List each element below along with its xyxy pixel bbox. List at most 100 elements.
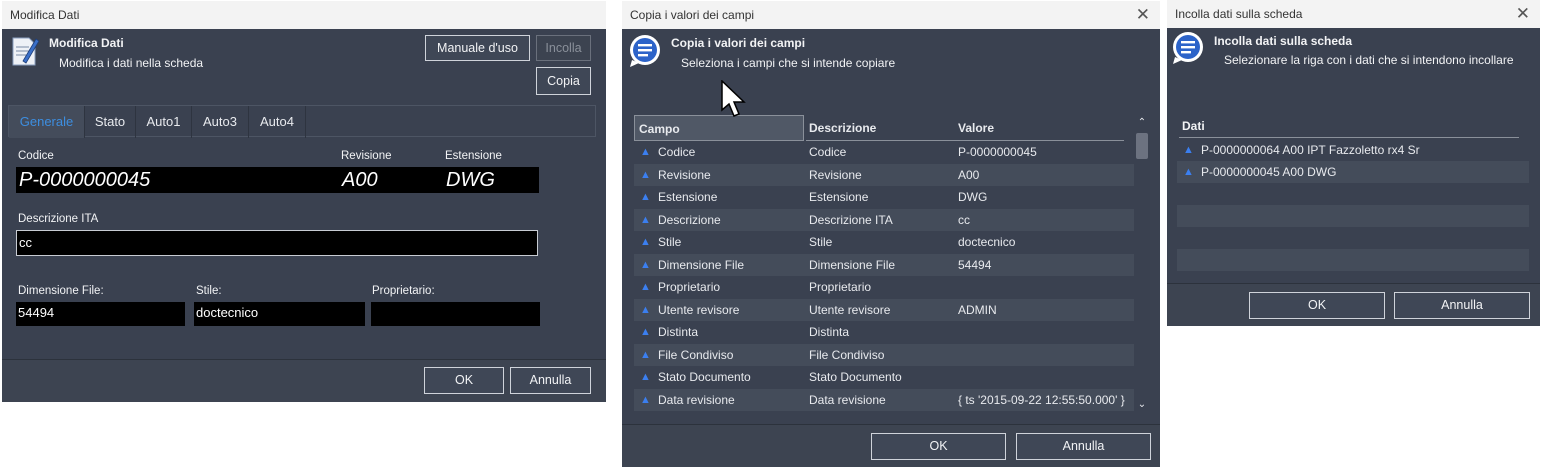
cancel-button[interactable]: Annulla [1016, 433, 1151, 460]
tab-auto1[interactable]: Auto1 [136, 106, 192, 138]
header-title: Copia i valori dei campi [671, 36, 806, 50]
table-row[interactable]: ▲ Distinta Distinta [634, 321, 1134, 343]
paste-list: ▲ P-0000000064 A00 IPT Fazzoletto rx4 Sr… [1177, 139, 1529, 275]
table-row[interactable]: ▲ File Condiviso File Condiviso [634, 343, 1134, 366]
table-row[interactable]: ▲ Revisione Revisione A00 [634, 163, 1134, 186]
window-title: Incolla dati sulla scheda [1175, 7, 1303, 21]
cancel-button[interactable]: Annulla [1394, 292, 1530, 319]
ok-button[interactable]: OK [871, 433, 1006, 460]
edit-document-icon [11, 35, 40, 70]
table-row[interactable]: ▲ Descrizione Descrizione ITA cc [634, 208, 1134, 231]
cell-campo: Distinta [658, 325, 699, 339]
row-marker-icon: ▲ [640, 258, 651, 271]
copia-titlebar: Copia i valori dei campi ✕ [622, 1, 1160, 29]
table-row[interactable]: ▲ Stile Stile doctecnico [634, 231, 1134, 253]
cell-campo: Stile [658, 235, 682, 249]
cell-descrizione: Estensione [809, 190, 869, 204]
dimensione-label: Dimensione File: [18, 285, 104, 297]
close-icon[interactable]: ✕ [1136, 1, 1150, 29]
scroll-down-icon[interactable]: ⌄ [1134, 397, 1150, 413]
copia-window: Copia i valori dei campi ✕ Copia i valor… [622, 1, 1160, 467]
scroll-thumb[interactable] [1136, 133, 1148, 159]
row-marker-icon: ▲ [1183, 144, 1194, 156]
tab-stato[interactable]: Stato [85, 106, 136, 138]
row-marker-icon: ▲ [640, 213, 651, 226]
table-row[interactable]: ▲ Data revisione Data revisione { ts '2015-… [634, 388, 1134, 411]
descrizione-field[interactable]: cc [16, 230, 538, 256]
row-marker-icon: ▲ [640, 303, 651, 316]
cell-descrizione: Distinta [809, 325, 850, 339]
cell-valore: 54494 [958, 257, 992, 272]
cell-descrizione: Codice [809, 145, 847, 159]
proprietario-label: Proprietario: [372, 285, 435, 297]
table-row[interactable]: ▲ Stato Documento Stato Documento [634, 366, 1134, 388]
cell-campo: File Condiviso [658, 347, 734, 362]
column-header-dati[interactable]: Dati [1182, 119, 1205, 133]
cell-valore: A00 [958, 167, 980, 182]
list-item[interactable]: ▲ P-0000000045 A00 DWG [1177, 161, 1529, 183]
codice-field[interactable]: P-0000000045 [16, 167, 339, 193]
close-icon[interactable]: ✕ [1516, 0, 1530, 28]
estensione-label: Estensione [445, 150, 502, 162]
window-title: Modifica Dati [10, 8, 80, 22]
grid-header: Campo Descrizione Valore [634, 115, 1134, 141]
row-marker-icon: ▲ [640, 348, 651, 361]
tab-auto4[interactable]: Auto4 [249, 106, 306, 138]
column-header-descrizione[interactable]: Descrizione [809, 115, 949, 141]
header-subtitle: Modifica i dati nella scheda [59, 56, 204, 70]
copy-button[interactable]: Copia [536, 67, 591, 95]
cell-campo: Stato Documento [658, 370, 751, 384]
ok-button[interactable]: OK [424, 367, 504, 394]
modifica-dati-window: Modifica Dati Modifica Dati Modifica i d… [2, 1, 606, 402]
row-marker-icon: ▲ [640, 168, 651, 181]
cancel-button[interactable]: Annulla [510, 367, 591, 394]
cell-valore: cc [958, 212, 970, 227]
table-row[interactable]: ▲ Proprietario Proprietario [634, 276, 1134, 298]
manual-button[interactable]: Manuale d'uso [425, 35, 530, 61]
tab-generale[interactable]: Generale [9, 106, 85, 138]
cell-campo: Revisione [658, 167, 711, 182]
header-title: Incolla dati sulla scheda [1214, 34, 1353, 48]
cell-campo: Estensione [658, 190, 718, 204]
empty-row [1177, 227, 1529, 249]
scroll-up-icon[interactable]: ⌃ [1134, 115, 1150, 131]
table-row[interactable]: ▲ Dimensione File Dimensione File 54494 [634, 253, 1134, 276]
paste-button[interactable]: Incolla [536, 35, 591, 61]
window-title: Copia i valori dei campi [630, 8, 755, 22]
proprietario-field[interactable] [371, 302, 540, 326]
empty-row [1177, 183, 1529, 205]
modifica-titlebar: Modifica Dati [2, 1, 606, 29]
table-row[interactable]: ▲ Utente revisore Utente revisore ADMIN [634, 298, 1134, 321]
modifica-footer: OK Annulla [2, 359, 606, 402]
dimensione-field[interactable]: 54494 [16, 302, 185, 326]
cell-campo: Codice [658, 145, 696, 159]
header-title: Modifica Dati [49, 36, 124, 50]
list-item[interactable]: ▲ P-0000000064 A00 IPT Fazzoletto rx4 Sr [1177, 139, 1529, 161]
table-row[interactable]: ▲ Estensione Estensione DWG [634, 186, 1134, 208]
cell-campo: Utente revisore [658, 302, 740, 317]
chat-list-icon [1171, 31, 1205, 68]
row-marker-icon: ▲ [1183, 166, 1194, 178]
chat-list-icon [628, 34, 662, 71]
tab-auto3[interactable]: Auto3 [192, 106, 249, 138]
empty-row [1177, 205, 1529, 227]
stile-field[interactable]: doctecnico [194, 302, 365, 326]
table-row[interactable]: ▲ Codice Codice P-0000000045 [634, 141, 1134, 163]
cell-valore: ADMIN [958, 302, 997, 317]
cell-campo: Dimensione File [658, 257, 745, 272]
row-text: P-0000000064 A00 IPT Fazzoletto rx4 Sr [1201, 143, 1420, 157]
estensione-field[interactable]: DWG [443, 167, 539, 193]
revisione-field[interactable]: A00 [339, 167, 443, 193]
cell-campo: Data revisione [658, 392, 735, 407]
row-marker-icon: ▲ [640, 281, 651, 293]
empty-row [1177, 249, 1529, 271]
vertical-scrollbar[interactable]: ⌃ ⌄ [1134, 115, 1150, 413]
ok-button[interactable]: OK [1249, 292, 1385, 319]
cell-descrizione: Descrizione ITA [809, 212, 893, 227]
column-header-campo[interactable]: Campo [634, 115, 804, 141]
cell-descrizione: Revisione [809, 167, 862, 182]
column-header-valore[interactable]: Valore [958, 115, 1128, 141]
row-marker-icon: ▲ [640, 393, 651, 406]
cell-descrizione: Stile [809, 235, 833, 249]
incolla-footer: OK Annulla [1167, 283, 1540, 326]
